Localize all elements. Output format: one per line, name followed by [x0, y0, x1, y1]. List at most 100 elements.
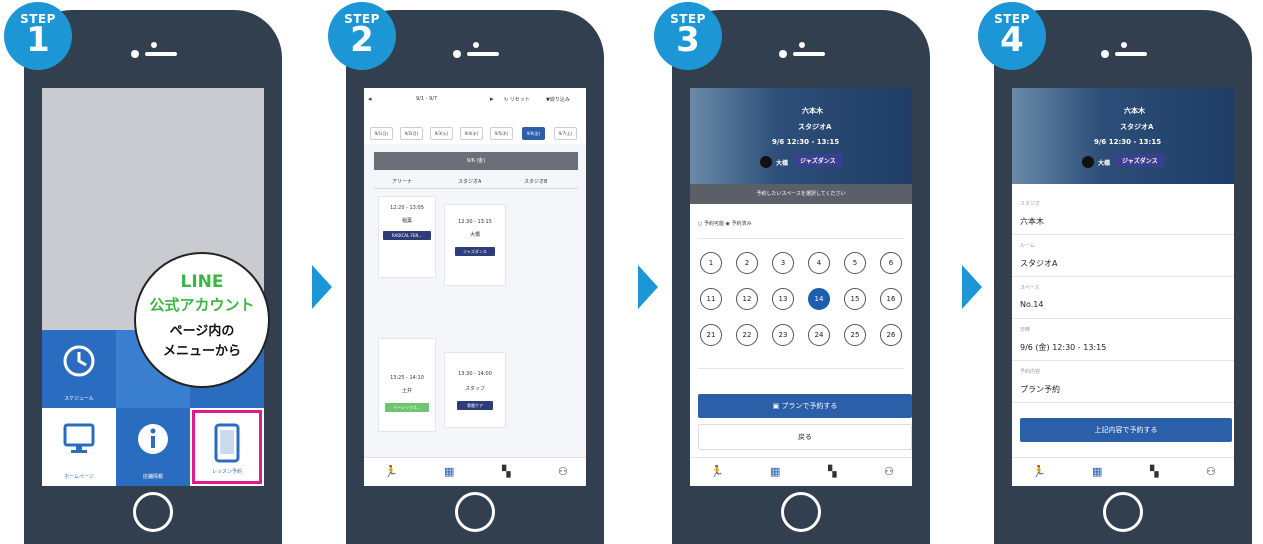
day-chip[interactable]: 9/5(木): [490, 127, 513, 140]
space-button[interactable]: 13: [772, 288, 794, 310]
home-button[interactable]: [455, 492, 495, 532]
home-button[interactable]: [1103, 492, 1143, 532]
hero-location: 六本木: [802, 107, 823, 115]
slot-instructor: 土井: [401, 388, 412, 394]
user-icon[interactable]: ⚇: [884, 465, 894, 478]
studio-hero-image: 六本木 スタジオA 9/6 12:30 - 13:15 大橋 ジャズダンス: [690, 88, 912, 184]
lesson-slot[interactable]: 13:25 - 14:10 土井 ベーシックス...: [378, 338, 436, 432]
speaker-icon: [145, 52, 177, 56]
lesson-slot[interactable]: 12:20 - 13:05 稲葉 RADICAL FEN...: [378, 196, 436, 278]
confirm-reserve-button[interactable]: 上記内容で予約する: [1020, 418, 1232, 442]
user-icon[interactable]: ⚇: [1206, 465, 1216, 478]
tile-label: 店舗情報: [142, 474, 163, 480]
sensor-icon: [779, 50, 787, 58]
field-value: No.14: [1020, 300, 1044, 309]
space-button[interactable]: 26: [880, 324, 902, 346]
hero-instructor: 大橋: [1098, 160, 1111, 167]
space-button[interactable]: 11: [700, 288, 722, 310]
camera-icon: [799, 42, 805, 48]
qr-icon[interactable]: ▚: [1150, 465, 1158, 478]
bubble-line-3: ページ内の: [169, 324, 235, 339]
instruction-bar: 予約したいスペースを選択してください: [690, 184, 912, 204]
divider: [1012, 360, 1234, 361]
bubble-line-2: 公式アカウント: [149, 296, 255, 314]
qr-icon[interactable]: ▚: [828, 465, 836, 478]
slot-instructor: 稲葉: [401, 218, 412, 224]
space-button[interactable]: 15: [844, 288, 866, 310]
next-week-icon[interactable]: ▸: [490, 95, 494, 103]
runner-icon[interactable]: 🏃: [1032, 465, 1046, 478]
space-button[interactable]: 3: [772, 252, 794, 274]
field-label: ルーム: [1020, 243, 1035, 249]
day-chip[interactable]: 9/7(土): [554, 127, 577, 140]
sensor-icon: [131, 50, 139, 58]
user-icon[interactable]: ⚇: [558, 465, 568, 478]
slot-tag: ベーシックス...: [385, 403, 429, 412]
bubble-line-4: メニューから: [162, 344, 241, 359]
step-4-badge: STEP 4: [978, 2, 1046, 70]
space-button[interactable]: 22: [736, 324, 758, 346]
speech-bubble: LINE 公式アカウント ページ内の メニューから: [134, 252, 270, 388]
runner-icon[interactable]: 🏃: [384, 465, 398, 478]
bottom-nav: 🏃 ▦ ▚ ⚇: [690, 457, 912, 486]
day-chip[interactable]: 9/4(水): [460, 127, 483, 140]
home-button[interactable]: [133, 492, 173, 532]
camera-icon: [473, 42, 479, 48]
divider: [1012, 318, 1234, 319]
space-button[interactable]: 5: [844, 252, 866, 274]
hero-program: ジャズダンス: [1116, 154, 1164, 167]
home-button[interactable]: [781, 492, 821, 532]
space-button-selected[interactable]: 14: [808, 288, 830, 310]
day-chip[interactable]: 9/3(火): [430, 127, 453, 140]
sensor-icon: [1101, 50, 1109, 58]
day-chip-selected[interactable]: 9/6(金): [522, 127, 545, 140]
bottom-nav: 🏃 ▦ ▚ ⚇: [1012, 457, 1234, 486]
space-button[interactable]: 12: [736, 288, 758, 310]
column-header: スタジオA: [458, 179, 482, 185]
back-button[interactable]: 戻る: [698, 424, 912, 450]
hero-datetime: 9/6 12:30 - 13:15: [772, 138, 840, 146]
lesson-reservation-tile[interactable]: レッスン予約: [192, 410, 262, 484]
day-chip[interactable]: 9/1(日): [370, 127, 393, 140]
shop-info-tile[interactable]: 店舗情報: [116, 408, 190, 486]
schedule-tile[interactable]: スケジュール: [42, 330, 116, 408]
space-button[interactable]: 23: [772, 324, 794, 346]
space-button[interactable]: 16: [880, 288, 902, 310]
sensor-icon: [453, 50, 461, 58]
hero-instructor: 大橋: [776, 160, 789, 167]
field-value: 9/6 (金) 12:30 - 13:15: [1020, 343, 1107, 352]
space-button[interactable]: 2: [736, 252, 758, 274]
step-2-badge: STEP 2: [328, 2, 396, 70]
column-header: アリーナ: [392, 179, 413, 185]
lesson-slot[interactable]: 13:30 - 14:00 スタッフ 骨盤ケア: [444, 352, 506, 428]
lesson-slot[interactable]: 12:30 - 13:15 大橋 ジャズダンス: [444, 204, 506, 286]
calendar-icon[interactable]: ▦: [444, 465, 454, 478]
divider: [1012, 402, 1234, 403]
runner-icon[interactable]: 🏃: [710, 465, 724, 478]
reset-button[interactable]: ↻ リセット: [504, 96, 530, 103]
clock-icon: [63, 345, 95, 377]
homepage-tile[interactable]: ホームページ: [42, 408, 116, 486]
calendar-icon[interactable]: ▦: [1092, 465, 1102, 478]
tile-label: レッスン予約: [211, 469, 242, 475]
space-button[interactable]: 21: [700, 324, 722, 346]
bubble-line-1: LINE: [180, 272, 224, 292]
space-button[interactable]: 24: [808, 324, 830, 346]
qr-icon[interactable]: ▚: [502, 465, 510, 478]
filter-button[interactable]: ▼絞り込み: [546, 96, 570, 103]
tile-label: スケジュール: [64, 396, 94, 402]
phone-step-3: 六本木 スタジオA 9/6 12:30 - 13:15 大橋 ジャズダンス 予約…: [672, 10, 930, 544]
space-button[interactable]: 25: [844, 324, 866, 346]
field-value: プラン予約: [1020, 385, 1060, 394]
smartphone-icon: [214, 423, 240, 463]
field-label: 予約内容: [1020, 369, 1041, 375]
phone-step-2: ◂ 9/1 - 9/7 ▸ ↻ リセット ▼絞り込み 9/1(日) 9/2(月)…: [346, 10, 604, 544]
plan-reserve-button[interactable]: ▣ プランで予約する: [698, 394, 912, 418]
day-chip[interactable]: 9/2(月): [400, 127, 423, 140]
prev-week-icon[interactable]: ◂: [368, 95, 372, 103]
space-button[interactable]: 6: [880, 252, 902, 274]
slot-instructor: スタッフ: [464, 386, 485, 392]
space-button[interactable]: 1: [700, 252, 722, 274]
space-button[interactable]: 4: [808, 252, 830, 274]
calendar-icon[interactable]: ▦: [770, 465, 780, 478]
